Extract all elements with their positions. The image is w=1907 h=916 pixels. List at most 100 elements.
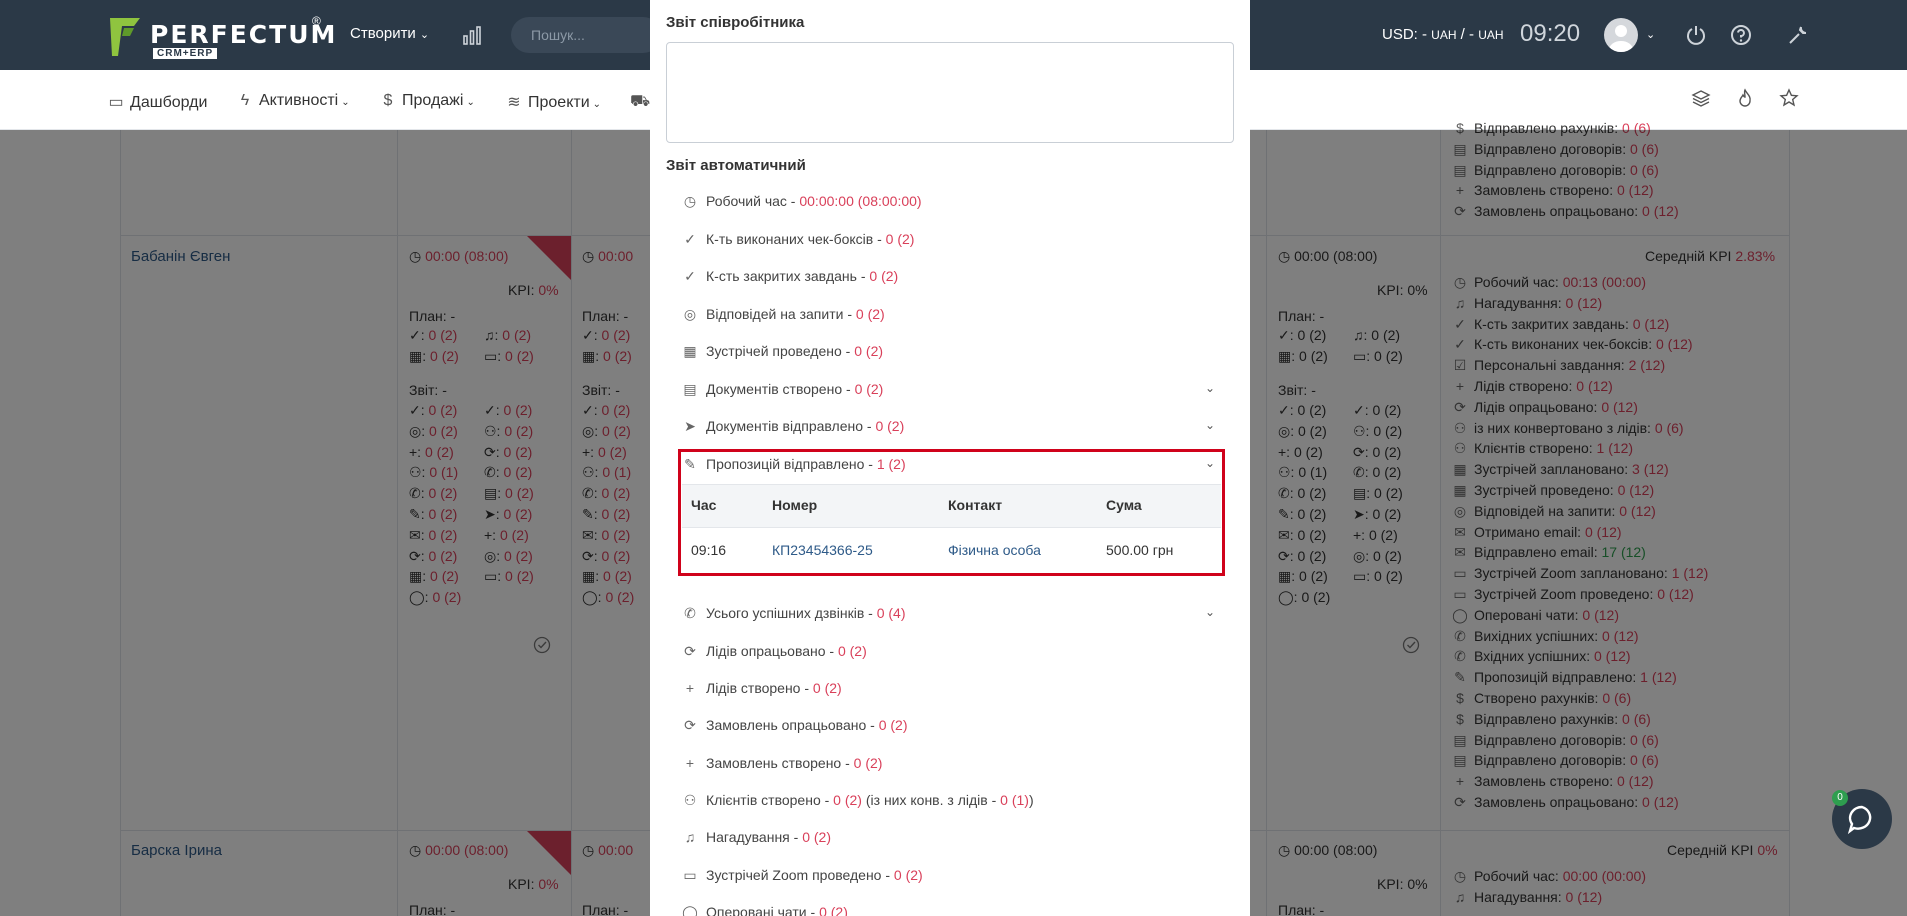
row-icon: ➤ [684, 418, 696, 434]
row-label: Документів створено - [706, 381, 855, 397]
row-extra-value: 0 (1) [1000, 792, 1029, 808]
row-contact-link[interactable]: Фізична особа [948, 542, 1041, 558]
row-value: 0 (2) [819, 904, 848, 916]
row-icon: ◷ [683, 193, 697, 209]
row-value: 00:00:00 (08:00:00) [799, 193, 922, 209]
row-time: 09:16 [691, 542, 727, 558]
row-value: 0 (2) [885, 231, 915, 247]
row-value: 0 (2) [893, 867, 923, 883]
row-icon: + [685, 755, 695, 771]
auto-report-title: Звіт автоматичний [666, 157, 806, 174]
row-icon: ◎ [683, 306, 697, 322]
auto-report-row: ◯ Оперовані чати - 0 (2) [682, 904, 848, 916]
dollar-icon: $ [383, 92, 393, 109]
nav-item-projects[interactable]: ≋ Проекти ⌄ [506, 92, 601, 112]
row-icon: ▦ [683, 343, 697, 359]
auto-report-row: + Замовлень створено - 0 (2) [682, 755, 883, 779]
header-time: Час [691, 497, 717, 513]
row-icon: ⟳ [684, 643, 696, 659]
row-icon: ✓ [684, 231, 696, 247]
auto-report-row[interactable]: ✆ Усього успішних дзвінків - 0 (4) ⌄ [682, 605, 1215, 629]
row-label: Замовлень опрацьовано - [706, 717, 879, 733]
chevron-down-icon[interactable]: ⌄ [1205, 418, 1215, 432]
row-label: Зустрічей проведено - [706, 343, 855, 359]
row-icon: ✆ [684, 605, 696, 621]
star-icon[interactable] [1779, 88, 1799, 108]
row-icon: ⟳ [684, 717, 696, 733]
row-icon: ▤ [683, 381, 697, 397]
row-value: 0 (2) [837, 643, 867, 659]
employee-report-textarea[interactable] [666, 42, 1234, 143]
row-label: Клієнтів створено - [706, 792, 834, 808]
fire-icon[interactable] [1735, 88, 1755, 108]
row-value: 0 (2) [854, 343, 884, 359]
nav-item-label: Активності [259, 92, 339, 109]
auto-report-row: ▭ Зустрічей Zoom проведено - 0 (2) [682, 867, 923, 891]
row-label: Відповідей на запити - [706, 306, 856, 322]
row-icon: ▭ [683, 867, 697, 883]
row-label: Нагадування - [706, 829, 803, 845]
lightning-icon: ϟ [240, 92, 250, 109]
nav-item-label: Дашборди [130, 94, 208, 111]
row-number-link[interactable]: КП23454366-25 [772, 542, 873, 558]
row-label: Лідів створено - [706, 680, 813, 696]
row-icon: ◯ [682, 904, 698, 916]
nav-item-dashboards[interactable]: ▭ Дашборди [108, 92, 207, 112]
row-value: 0 (2) [855, 306, 885, 322]
auto-report-row: ▦ Зустрічей проведено - 0 (2) [682, 343, 883, 367]
row-value: 0 (2) [875, 418, 905, 434]
row-label: К-ть виконаних чек-боксів - [706, 231, 886, 247]
row-value: 0 (2) [853, 755, 883, 771]
row-label: Робочий час - [706, 193, 800, 209]
nav-item-sales[interactable]: $ Продажі ⌄ [380, 92, 475, 110]
row-label: Оперовані чати - [706, 904, 820, 916]
layers-icon: ≋ [507, 94, 521, 111]
nav-item-cart[interactable]: ⛟ [630, 92, 652, 112]
row-value: 0 (2) [833, 792, 862, 808]
nav-item-activities[interactable]: ϟ Активності ⌄ [237, 92, 350, 110]
header-amount: Сума [1106, 497, 1142, 513]
row-label: Зустрічей Zoom проведено - [706, 867, 894, 883]
row-value: 0 (4) [876, 605, 906, 621]
row-label: К-сть закритих завдань - [706, 268, 870, 284]
dashboard-icon: ▭ [108, 94, 124, 111]
row-value: 0 (2) [854, 381, 884, 397]
auto-report-row: ⟳ Замовлень опрацьовано - 0 (2) [682, 717, 908, 741]
row-value: 0 (2) [802, 829, 831, 845]
row-icon: ✓ [684, 268, 696, 284]
auto-report-row[interactable]: ▤ Документів створено - 0 (2) ⌄ [682, 381, 1215, 405]
auto-report-row: ✓ К-сть закритих завдань - 0 (2) [682, 268, 898, 292]
row-label: Усього успішних дзвінків - [706, 605, 877, 621]
proposals-table: Час Номер Контакт Сума 09:16 КП23454366-… [682, 484, 1221, 572]
row-icon: ♫ [684, 829, 696, 845]
auto-report-row: ◷ Робочий час - 00:00:00 (08:00:00) [682, 193, 922, 217]
auto-report-row: ✓ К-ть виконаних чек-боксів - 0 (2) [682, 231, 914, 255]
row-label: Документів відправлено - [706, 418, 876, 434]
nav-item-label: Проекти [528, 94, 590, 111]
row-extra-end: ) [1028, 792, 1034, 808]
row-value: 0 (2) [869, 268, 899, 284]
row-amount: 500.00 грн [1106, 542, 1174, 558]
auto-report-row[interactable]: ➤ Документів відправлено - 0 (2) ⌄ [682, 418, 1215, 442]
auto-report-row: ⚇ Клієнтів створено - 0 (2) (із них конв.… [682, 792, 1034, 816]
row-icon: + [685, 680, 695, 696]
auto-report-row: ⟳ Лідів опрацьовано - 0 (2) [682, 643, 867, 667]
row-extra-label: (із них конв. з лідів - [861, 792, 1001, 808]
header-contact: Контакт [948, 497, 1003, 513]
auto-report-row: ♫ Нагадування - 0 (2) [682, 829, 831, 853]
layers-icon[interactable] [1691, 88, 1711, 108]
nav-item-label: Продажі [402, 92, 464, 109]
auto-report-row: ◎ Відповідей на запити - 0 (2) [682, 306, 885, 330]
cart-icon: ⛟ [630, 93, 651, 110]
header-number: Номер [772, 497, 818, 513]
row-value: 0 (2) [878, 717, 908, 733]
chat-badge: 0 [1832, 790, 1848, 806]
chevron-down-icon: ⌄ [341, 97, 350, 108]
chevron-down-icon[interactable]: ⌄ [1205, 381, 1215, 395]
employee-report-modal: Звіт співробітника Звіт автоматичний ◷ Ро… [650, 0, 1250, 916]
row-icon: ⚇ [683, 792, 697, 808]
chevron-down-icon: ⌄ [466, 97, 475, 108]
row-value: 0 (2) [812, 680, 842, 696]
chevron-down-icon[interactable]: ⌄ [1205, 605, 1215, 619]
row-label: Лідів опрацьовано - [706, 643, 838, 659]
